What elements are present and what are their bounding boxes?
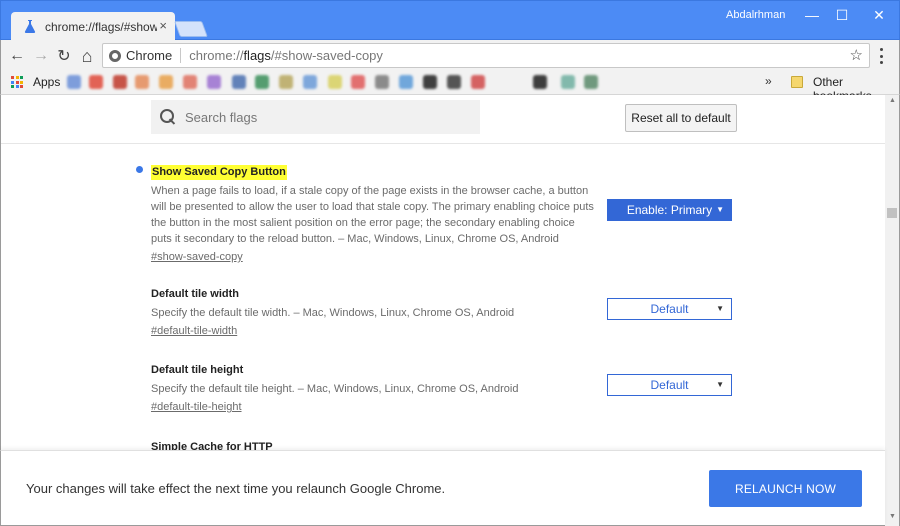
search-input[interactable] (185, 109, 465, 125)
scroll-thumb[interactable] (887, 208, 897, 218)
reload-icon[interactable]: ↻ (53, 45, 75, 67)
flag-select[interactable]: Default ▼ (607, 374, 732, 396)
menu-icon[interactable] (879, 48, 883, 64)
chrome-page-icon (109, 49, 121, 62)
url-text[interactable]: chrome://flags/#show-saved-copy (189, 48, 383, 63)
scroll-up-icon[interactable]: ▲ (889, 97, 896, 104)
omnibox-separator (180, 48, 182, 63)
apps-bookmark[interactable]: Apps (33, 75, 60, 89)
apps-icon[interactable] (11, 76, 23, 88)
bookmark-favicon-icon[interactable] (135, 75, 149, 89)
bookmark-favicon-icon[interactable] (423, 75, 437, 89)
flag-select-value: Default (650, 302, 689, 316)
maximize-icon[interactable]: ☐ (828, 6, 856, 24)
flag-title: Default tile height (151, 364, 244, 376)
flag-description: Specify the default tile height. – Mac, … (151, 383, 519, 395)
minimize-icon[interactable]: — (798, 6, 826, 24)
flag-select-value: Enable: Primary (626, 203, 713, 217)
flag-default-tile-height: Default tile height Specify the default … (151, 360, 751, 415)
bookmarks-bar: Apps » Other bookmarks (0, 71, 900, 103)
site-chip: Chrome (126, 48, 173, 63)
flag-select[interactable]: Default ▼ (607, 298, 732, 320)
chevron-down-icon: ▼ (716, 380, 724, 389)
url-scheme: chrome:// (189, 48, 244, 63)
toolbar: ← → ↻ ⌂ Chrome chrome://flags/#show-save… (0, 40, 900, 71)
modified-indicator-icon (136, 166, 143, 173)
home-icon[interactable]: ⌂ (76, 45, 98, 67)
tab-flags[interactable]: chrome://flags/#show-saved-copy × (11, 12, 175, 41)
flag-select-value: Default (650, 378, 689, 392)
scrollbar[interactable]: ▲ ▼ (885, 95, 900, 526)
relaunch-message: Your changes will take effect the next t… (26, 481, 446, 496)
flag-default-tile-width: Default tile width Specify the default t… (151, 284, 751, 339)
flag-permalink[interactable]: #default-tile-width (151, 323, 237, 339)
relaunch-button[interactable]: RELAUNCH NOW (709, 470, 862, 507)
bookmark-favicon-icon[interactable] (399, 75, 413, 89)
bookmark-favicon-icon[interactable] (447, 75, 461, 89)
flask-icon (23, 20, 37, 34)
relaunch-bar: Your changes will take effect the next t… (0, 450, 885, 526)
bookmarks-overflow-icon[interactable]: » (765, 74, 772, 88)
bookmark-favicon-icon[interactable] (533, 75, 547, 89)
bookmark-favicon-icon[interactable] (159, 75, 173, 89)
bookmark-favicon-icon[interactable] (375, 75, 389, 89)
search-box[interactable] (151, 100, 480, 134)
title-bar: chrome://flags/#show-saved-copy × Abdalr… (0, 0, 900, 41)
bookmark-favicon-icon[interactable] (328, 75, 342, 89)
flag-permalink[interactable]: #default-tile-height (151, 399, 242, 415)
bookmark-favicon-icon[interactable] (207, 75, 221, 89)
header-divider (1, 143, 885, 144)
bookmark-favicon-icon[interactable] (279, 75, 293, 89)
chevron-down-icon: ▼ (716, 205, 724, 214)
forward-icon[interactable]: → (30, 45, 52, 67)
flag-permalink[interactable]: #show-saved-copy (151, 249, 243, 265)
url-host: flags (243, 48, 271, 63)
scroll-down-icon[interactable]: ▼ (889, 513, 896, 520)
flag-title: Show Saved Copy Button (151, 165, 287, 180)
search-icon (160, 109, 176, 125)
bookmark-favicon-icon[interactable] (255, 75, 269, 89)
bookmark-favicon-icon[interactable] (351, 75, 365, 89)
bookmark-favicon-icon[interactable] (561, 75, 575, 89)
tab-title: chrome://flags/#show-saved-copy (45, 19, 157, 34)
bookmark-favicon-icon[interactable] (232, 75, 246, 89)
chevron-down-icon: ▼ (716, 304, 724, 313)
folder-icon (791, 76, 803, 88)
bookmark-favicon-icon[interactable] (67, 75, 81, 89)
profile-name[interactable]: Abdalrhman (726, 9, 785, 21)
flag-show-saved-copy: Show Saved Copy Button When a page fails… (136, 162, 751, 265)
bookmark-favicon-icon[interactable] (303, 75, 317, 89)
flag-description: When a page fails to load, if a stale co… (151, 185, 594, 245)
close-window-icon[interactable]: ✕ (865, 6, 893, 24)
tab-close-icon[interactable]: × (159, 19, 167, 33)
url-fragment: /#show-saved-copy (270, 48, 383, 63)
flag-select[interactable]: Enable: Primary ▼ (607, 199, 732, 221)
address-bar[interactable]: Chrome chrome://flags/#show-saved-copy ☆ (102, 43, 870, 68)
reset-all-button[interactable]: Reset all to default (625, 104, 737, 132)
bookmark-star-icon[interactable]: ☆ (850, 46, 863, 64)
bookmark-favicon-icon[interactable] (471, 75, 485, 89)
new-tab-button[interactable] (174, 21, 208, 37)
bookmark-favicon-icon[interactable] (183, 75, 197, 89)
back-icon[interactable]: ← (6, 45, 28, 67)
bookmark-favicon-icon[interactable] (113, 75, 127, 89)
bookmark-favicon-icon[interactable] (584, 75, 598, 89)
flag-title: Default tile width (151, 288, 239, 300)
bookmark-favicon-icon[interactable] (89, 75, 103, 89)
flag-description: Specify the default tile width. – Mac, W… (151, 307, 515, 319)
